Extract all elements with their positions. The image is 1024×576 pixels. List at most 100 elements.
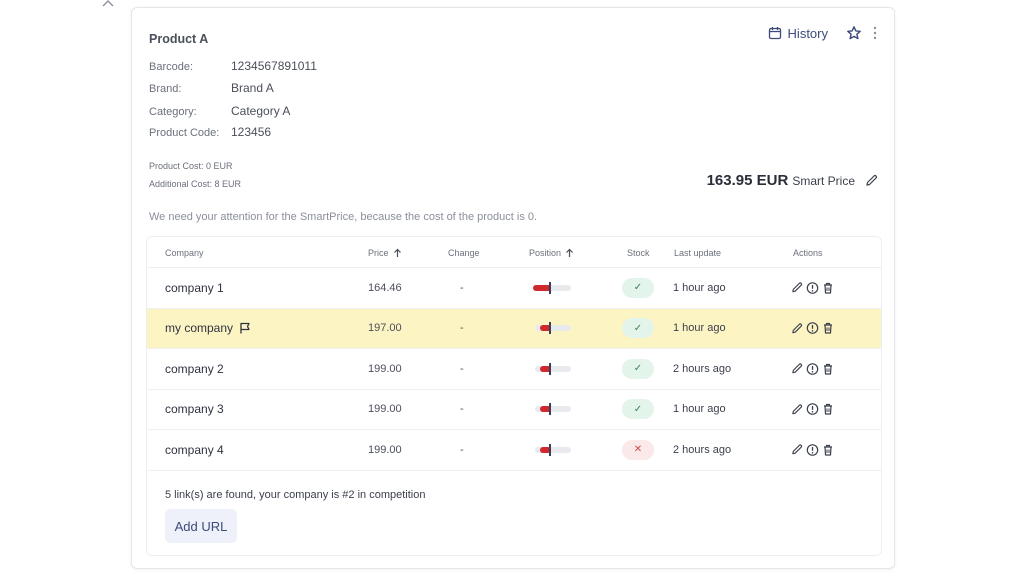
company-name: my company	[165, 321, 251, 335]
info-icon[interactable]	[806, 443, 819, 456]
kebab-menu-icon[interactable]	[872, 25, 878, 41]
smart-price-label: Smart Price	[792, 174, 855, 188]
last-update: 1 hour ago	[673, 281, 726, 294]
edit-pencil-icon[interactable]	[791, 363, 803, 375]
trash-icon[interactable]	[822, 443, 834, 456]
change-value: -	[460, 443, 464, 456]
info-icon[interactable]	[806, 322, 819, 335]
product-code-row: Product Code: 123456	[149, 125, 271, 139]
price-value: 197.00	[368, 322, 402, 335]
history-label: History	[787, 25, 828, 41]
price-value: 199.00	[368, 362, 402, 375]
trash-icon[interactable]	[822, 403, 834, 416]
category-row: Category: Category A	[149, 104, 290, 118]
check-icon: ✓	[622, 358, 654, 379]
competitor-table: Company Price Change Position Stock Last…	[146, 236, 882, 556]
barcode-row: Barcode: 1234567891011	[149, 59, 317, 73]
history-button[interactable]: History	[768, 26, 828, 41]
position-marker	[549, 403, 551, 416]
product-card: Product A Barcode: 1234567891011 Brand: Br…	[131, 7, 895, 569]
trash-icon[interactable]	[822, 281, 834, 294]
company-name: company 3	[165, 402, 224, 417]
barcode-label: Barcode:	[149, 61, 194, 73]
barcode-value: 1234567891011	[231, 59, 317, 73]
category-label: Category:	[149, 106, 197, 118]
last-update: 2 hours ago	[673, 362, 732, 375]
flag-icon	[239, 322, 251, 334]
last-update: 1 hour ago	[673, 322, 726, 335]
col-position[interactable]: Position	[529, 248, 574, 258]
company-name: company 1	[165, 280, 224, 295]
position-indicator	[533, 281, 573, 294]
position-indicator	[533, 403, 573, 416]
brand-row: Brand: Brand A	[149, 81, 274, 95]
check-icon: ✓	[622, 277, 654, 298]
product-code-label: Product Code:	[149, 127, 220, 139]
product-cost: Product Cost: 0 EUR	[149, 161, 233, 171]
edit-pencil-icon[interactable]	[791, 444, 803, 456]
pencil-icon[interactable]	[865, 174, 878, 187]
additional-cost: Additional Cost: 8 EUR	[149, 179, 242, 189]
stock-status: ✕	[622, 439, 654, 460]
row-actions	[791, 362, 834, 375]
change-value: -	[460, 403, 464, 416]
star-icon[interactable]	[846, 25, 862, 41]
row-actions	[791, 322, 834, 335]
table-row-my-company: my company 197.00 - ✓ 1 hour ago	[147, 308, 881, 349]
col-actions: Actions	[793, 248, 823, 258]
competition-summary: 5 link(s) are found, your company is #2 …	[165, 489, 426, 501]
calendar-icon	[768, 26, 782, 40]
info-icon[interactable]	[806, 362, 819, 375]
col-stock: Stock	[627, 248, 650, 258]
position-marker	[549, 322, 551, 335]
check-icon: ✓	[622, 318, 654, 339]
position-indicator	[533, 322, 573, 335]
row-actions	[791, 403, 834, 416]
stock-status: ✓	[622, 358, 654, 379]
sort-arrow-up-icon	[565, 248, 574, 258]
header-actions: History	[768, 25, 878, 41]
last-update: 2 hours ago	[673, 443, 732, 456]
stock-status: ✓	[622, 318, 654, 339]
company-name: company 4	[165, 442, 224, 457]
position-marker	[549, 281, 551, 294]
row-actions	[791, 281, 834, 294]
trash-icon[interactable]	[822, 362, 834, 375]
collapse-chevron-icon[interactable]	[100, 0, 116, 9]
col-change[interactable]: Change	[448, 248, 480, 258]
check-icon: ✓	[622, 399, 654, 420]
col-company[interactable]: Company	[165, 248, 204, 258]
smart-price: 163.95 EUR Smart Price	[707, 172, 878, 189]
brand-label: Brand:	[149, 83, 182, 95]
col-last-update: Last update	[674, 248, 722, 258]
edit-pencil-icon[interactable]	[791, 322, 803, 334]
table-row: company 4 199.00 - ✕ 2 hours ago	[147, 430, 881, 471]
info-icon[interactable]	[806, 403, 819, 416]
position-marker	[549, 443, 551, 456]
change-value: -	[460, 322, 464, 335]
price-value: 199.00	[368, 403, 402, 416]
add-url-button[interactable]: Add URL	[165, 509, 237, 543]
price-value: 164.46	[368, 281, 402, 294]
x-icon: ✕	[622, 439, 654, 460]
smart-price-amount: 163.95 EUR	[706, 172, 789, 189]
product-title: Product A	[149, 32, 209, 46]
edit-pencil-icon[interactable]	[791, 403, 803, 415]
trash-icon[interactable]	[822, 322, 834, 335]
row-actions	[791, 443, 834, 456]
position-marker	[549, 362, 551, 375]
position-indicator	[533, 362, 573, 375]
product-code-value: 123456	[231, 125, 272, 139]
stock-status: ✓	[622, 277, 654, 298]
edit-pencil-icon[interactable]	[791, 282, 803, 294]
brand-value: Brand A	[231, 81, 274, 95]
last-update: 1 hour ago	[673, 403, 726, 416]
col-price[interactable]: Price	[368, 248, 402, 258]
change-value: -	[460, 362, 464, 375]
position-indicator	[533, 443, 573, 456]
category-value: Category A	[231, 104, 291, 118]
change-value: -	[460, 281, 464, 294]
attention-message: We need your attention for the SmartPric…	[149, 211, 538, 223]
info-icon[interactable]	[806, 281, 819, 294]
table-row: company 1 164.46 - ✓ 1 hour ago	[147, 268, 881, 309]
